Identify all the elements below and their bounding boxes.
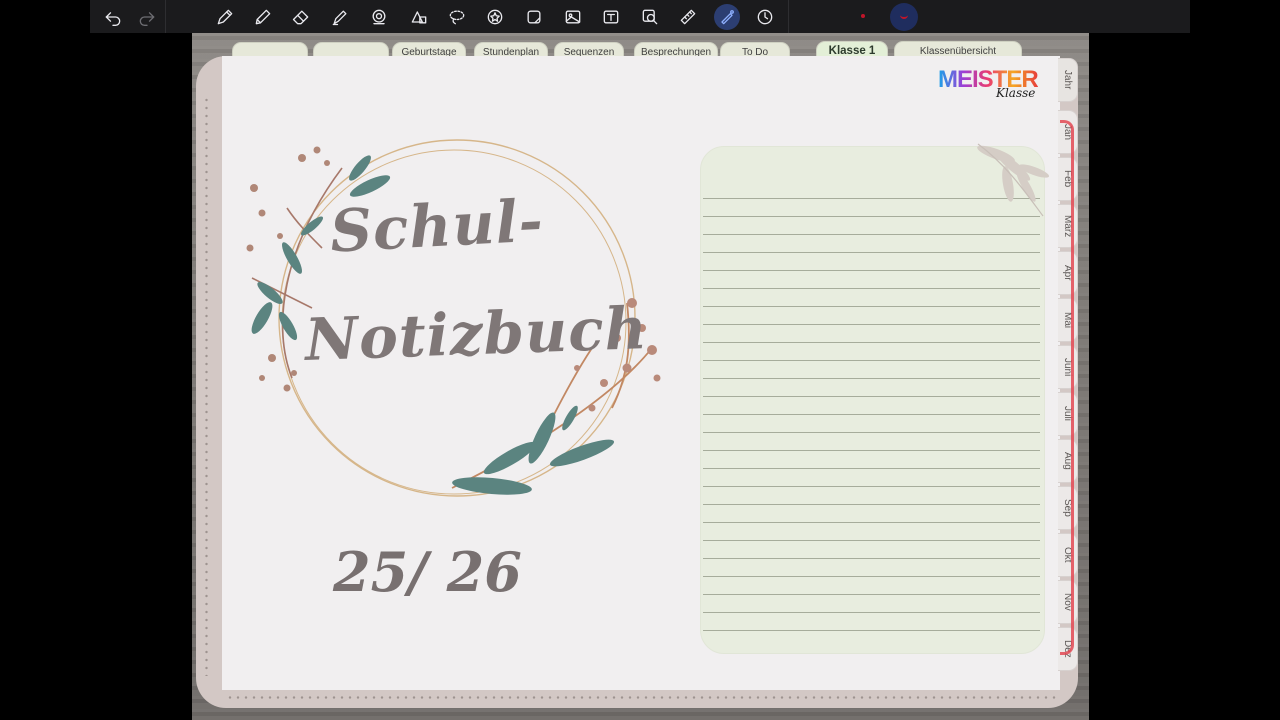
lasso-icon[interactable] bbox=[444, 4, 470, 30]
star-icon[interactable] bbox=[482, 4, 508, 30]
app-toolbar bbox=[90, 0, 1190, 33]
pen-icon[interactable] bbox=[212, 4, 238, 30]
profile-button[interactable] bbox=[890, 3, 918, 31]
highlighter-icon[interactable] bbox=[327, 4, 353, 30]
month-tab-jahr[interactable]: Jahr bbox=[1058, 58, 1078, 102]
cover-title-line-2: Notizbuch bbox=[303, 294, 649, 374]
shapes-icon[interactable] bbox=[366, 4, 392, 30]
clock-icon[interactable] bbox=[752, 4, 778, 30]
pencil-icon[interactable] bbox=[250, 4, 276, 30]
brand-logo: MEISTER Klasse bbox=[938, 66, 1039, 100]
eraser-icon[interactable] bbox=[288, 4, 314, 30]
recording-indicator bbox=[861, 14, 865, 18]
laser-icon[interactable] bbox=[714, 4, 740, 30]
ruler-icon[interactable] bbox=[675, 4, 701, 30]
laser-annotation-stroke bbox=[1060, 120, 1074, 655]
undo-icon[interactable] bbox=[100, 4, 126, 30]
sticker-icon[interactable] bbox=[521, 4, 547, 30]
text-icon[interactable] bbox=[598, 4, 624, 30]
elements-icon[interactable] bbox=[406, 4, 432, 30]
cover-title-line-1: Schul- bbox=[328, 186, 546, 266]
leaf-decoration-icon bbox=[977, 143, 1050, 217]
logo-subtitle: Klasse bbox=[996, 86, 1036, 100]
redo-icon[interactable] bbox=[134, 4, 160, 30]
zoom-icon[interactable] bbox=[637, 4, 663, 30]
image-icon[interactable] bbox=[560, 4, 586, 30]
school-year: 25/ 26 bbox=[333, 540, 522, 604]
